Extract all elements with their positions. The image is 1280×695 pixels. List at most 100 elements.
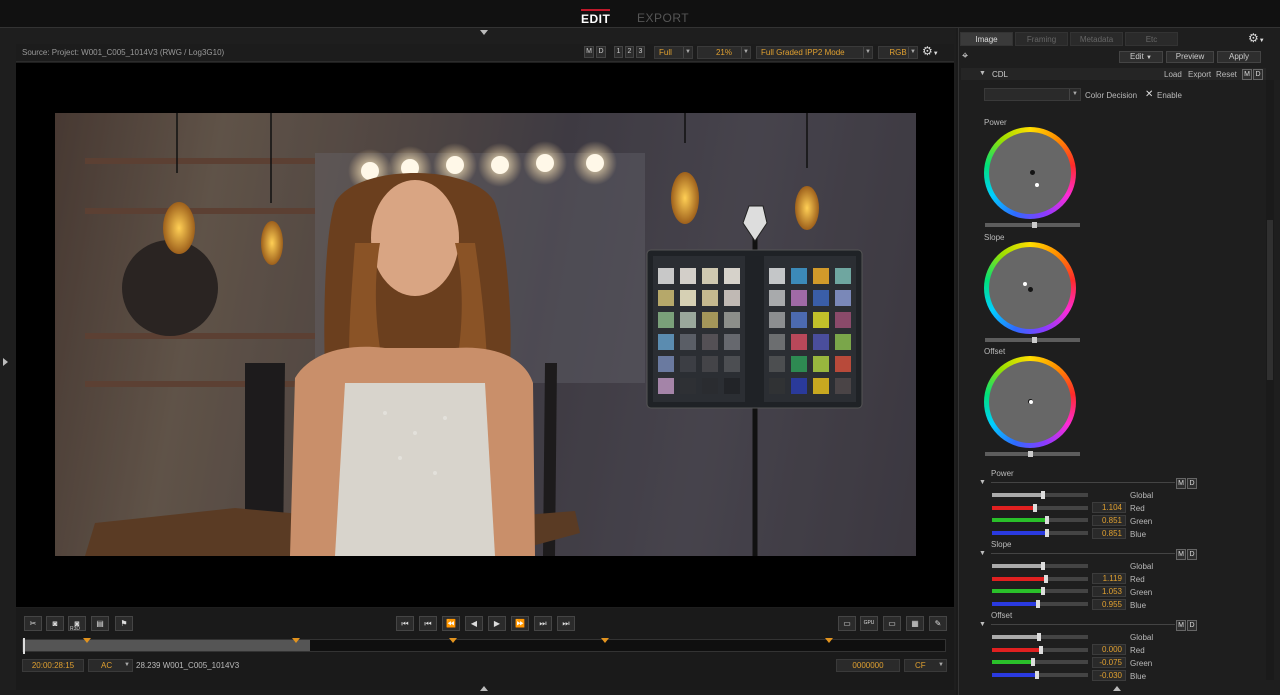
timecode-field[interactable]: 20:00:28:15 [22,659,84,672]
enable-checkbox[interactable]: ✕ [1145,89,1153,100]
slider-knob[interactable] [1045,516,1049,524]
edit-dropdown[interactable]: Edit ▼ [1119,51,1163,63]
go-to-start-icon[interactable]: ⏮ [396,616,414,631]
power-m-button[interactable]: M [1176,478,1186,489]
offset-m-button[interactable]: M [1176,620,1186,631]
power-red-slider[interactable] [992,504,1088,512]
offset-slider-knob[interactable] [1028,451,1033,457]
cdl-m-button[interactable]: M [1242,69,1252,80]
collapse-top-icon[interactable] [480,30,488,35]
offset-red-value[interactable]: 0.000 [1092,644,1126,655]
export-mode-tab[interactable]: EXPORT [637,11,689,25]
offset-red-slider[interactable] [992,646,1088,654]
playhead[interactable] [23,638,25,654]
offset-d-button[interactable]: D [1187,620,1197,631]
slider-knob[interactable] [1035,671,1039,679]
rewind-icon[interactable]: ⏪ [442,616,460,631]
offset-blue-slider[interactable] [992,671,1088,679]
panel-scroll-up-icon[interactable] [1113,686,1121,691]
cdl-d-button[interactable]: D [1253,69,1263,80]
power-slider-knob[interactable] [1032,222,1037,228]
guides-icon[interactable]: ▦ [906,616,924,631]
power-d-button[interactable]: D [1187,478,1197,489]
tab-image[interactable]: Image [960,32,1013,46]
resolution-dropdown[interactable]: Full ▼ [654,46,693,59]
m-button[interactable]: M [584,46,594,58]
edit-frame-icon[interactable]: ✎ [929,616,947,631]
viewer-settings-gear-icon[interactable]: ⚙▼ [922,44,939,58]
panel-settings-gear-icon[interactable]: ⚙▼ [1248,31,1265,45]
slider-knob[interactable] [1041,587,1045,595]
tab-etc[interactable]: Etc [1125,32,1178,46]
monitor-icon[interactable]: ▭ [838,616,856,631]
power-red-value[interactable]: 1.104 [1092,502,1126,513]
tab-framing[interactable]: Framing [1015,32,1068,46]
zoom-dropdown[interactable]: 21% ▼ [697,46,751,59]
view-2-button[interactable]: 2 [625,46,634,58]
expand-left-icon[interactable] [3,358,8,366]
collapse-triangle-icon[interactable]: ▼ [979,550,986,557]
next-clip-icon[interactable]: ⏭ [534,616,552,631]
offset-global-slider[interactable] [992,633,1088,641]
slope-slider-knob[interactable] [1032,337,1037,343]
slope-global-slider[interactable] [992,562,1088,570]
marker-icon[interactable] [292,638,300,643]
view-1-button[interactable]: 1 [614,46,623,58]
expand-bottom-icon[interactable] [480,686,488,691]
gpu-button[interactable]: GPU [860,616,878,631]
slope-m-button[interactable]: M [1176,549,1186,560]
play-reverse-icon[interactable]: ◀ [465,616,483,631]
collapse-triangle-icon[interactable]: ▼ [979,479,986,486]
snapshot-icon[interactable]: ◙ [46,616,64,631]
edit-mode-tab[interactable]: EDIT [581,9,611,26]
power-blue-slider[interactable] [992,529,1088,537]
tab-metadata[interactable]: Metadata [1070,32,1123,46]
cdl-reset-button[interactable]: Reset [1216,70,1237,79]
power-color-wheel[interactable] [984,127,1076,219]
slider-knob[interactable] [1045,529,1049,537]
cdl-load-button[interactable]: Load [1164,70,1182,79]
slider-knob[interactable] [1037,633,1041,641]
color-decision-dropdown[interactable]: ▼ [984,88,1081,101]
marker-icon[interactable] [449,638,457,643]
collapse-triangle-icon[interactable]: ▼ [979,621,986,628]
slope-blue-slider[interactable] [992,600,1088,608]
power-green-slider[interactable] [992,516,1088,524]
slider-knob[interactable] [1039,646,1043,654]
wheel-puck[interactable] [1030,170,1035,175]
panel-scrollbar[interactable] [1266,80,1274,680]
marker-icon[interactable] [601,638,609,643]
previous-clip-icon[interactable]: ⏮ [419,616,437,631]
d-button[interactable]: D [596,46,606,58]
slope-red-value[interactable]: 1.119 [1092,573,1126,584]
frame-info-icon[interactable]: ▤ [91,616,109,631]
power-blue-value[interactable]: 0.851 [1092,528,1126,539]
power-green-value[interactable]: 0.851 [1092,515,1126,526]
offset-color-wheel[interactable] [984,356,1076,448]
cdl-export-button[interactable]: Export [1188,70,1211,79]
slope-green-value[interactable]: 1.053 [1092,586,1126,597]
offset-blue-value[interactable]: -0.030 [1092,670,1126,681]
preview-button[interactable]: Preview [1166,51,1214,63]
clip-edit-icon[interactable]: ✂ [24,616,42,631]
slope-red-slider[interactable] [992,575,1088,583]
apply-button[interactable]: Apply [1217,51,1261,63]
aspect-icon[interactable]: ▭ [883,616,901,631]
slider-knob[interactable] [1036,600,1040,608]
slider-knob[interactable] [1044,575,1048,583]
slope-green-slider[interactable] [992,587,1088,595]
flag-icon[interactable]: ⚑ [115,616,133,631]
offset-green-slider[interactable] [992,658,1088,666]
collapse-triangle-icon[interactable]: ▼ [979,70,986,77]
marker-icon[interactable] [83,638,91,643]
frame-counter-field[interactable]: 0000000 [836,659,900,672]
slider-knob[interactable] [1041,562,1045,570]
decode-mode-dropdown[interactable]: Full Graded IPP2 Mode ▼ [756,46,873,59]
left-collapse-strip[interactable] [0,28,14,695]
view-3-button[interactable]: 3 [636,46,645,58]
slider-knob[interactable] [1041,491,1045,499]
target-icon[interactable]: ⌖ [962,50,968,63]
slider-knob[interactable] [1033,504,1037,512]
play-icon[interactable]: ▶ [488,616,506,631]
cf-dropdown[interactable]: CF ▼ [904,659,947,672]
